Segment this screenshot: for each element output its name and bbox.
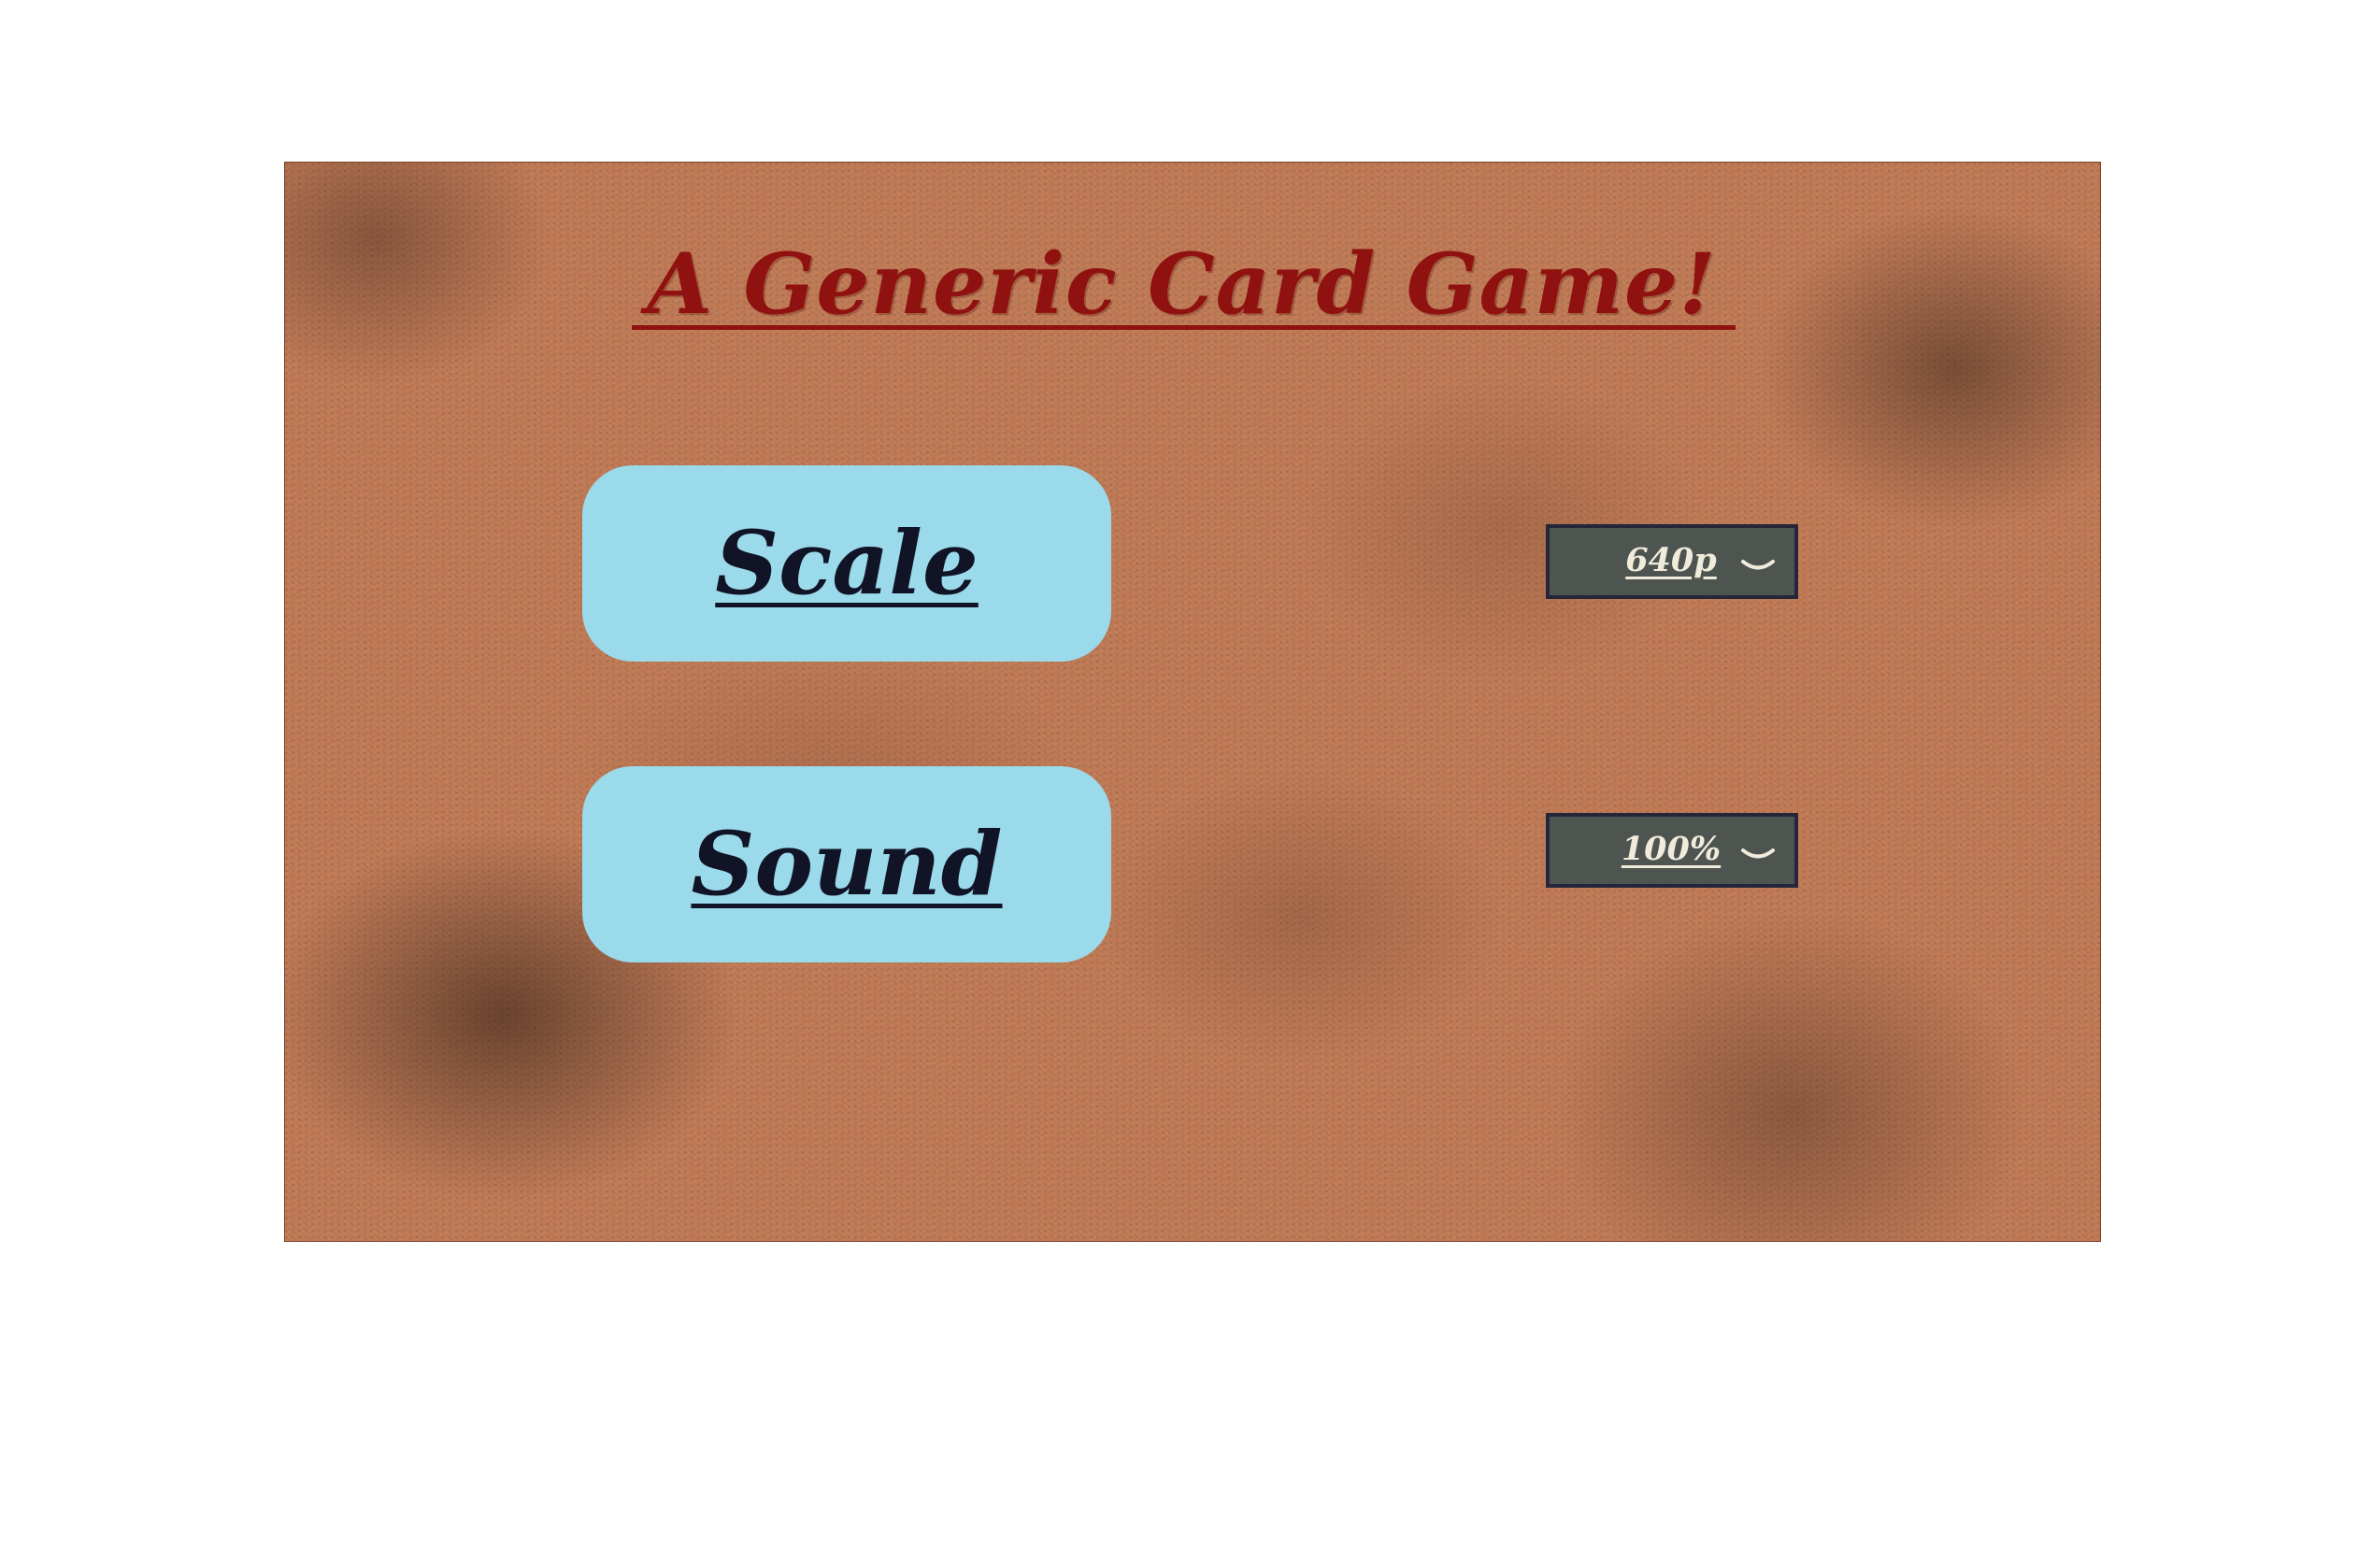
sound-selected-value: 100% <box>1621 830 1722 868</box>
scale-dropdown[interactable]: 640p <box>1546 524 1798 599</box>
sound-dropdown[interactable]: 100% <box>1546 813 1798 888</box>
scale-button[interactable]: Scale <box>582 465 1111 662</box>
chevron-down-icon <box>1740 846 1776 866</box>
chevron-down-icon <box>1740 557 1776 577</box>
scale-selected-value: 640p <box>1625 541 1717 579</box>
sound-button[interactable]: Sound <box>582 766 1111 962</box>
game-title: A Generic Card Game! <box>628 239 1736 340</box>
game-settings-panel: A Generic Card Game! Scale 640p Sound 10… <box>284 162 2101 1242</box>
